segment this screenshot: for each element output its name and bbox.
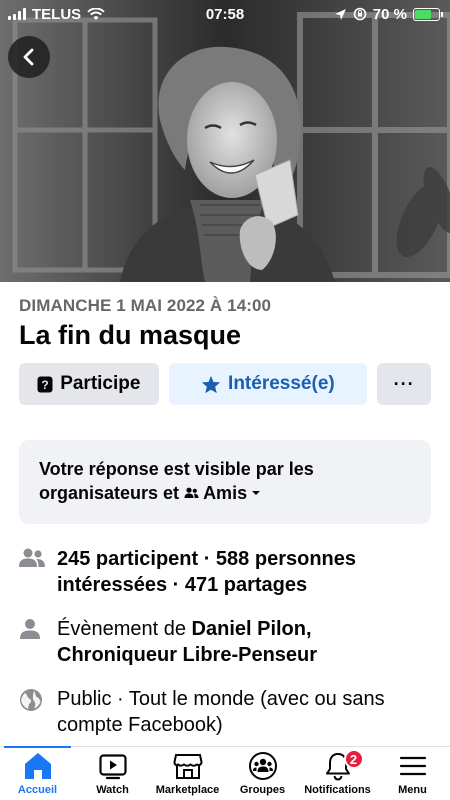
more-options-icon: ··· <box>393 373 415 394</box>
wifi-icon <box>87 7 105 20</box>
audience-selector[interactable]: Amis <box>184 481 261 505</box>
visibility-notice-text: Votre réponse est visible par les organi… <box>39 459 314 504</box>
battery-level <box>415 9 432 19</box>
organizer-prefix: Évènement de <box>57 617 192 640</box>
people-icon <box>19 548 45 567</box>
tab-notifications-label: Notifications <box>304 784 371 796</box>
carrier-name: TELUS <box>32 5 82 23</box>
home-icon <box>24 753 51 779</box>
tab-groups-label: Groupes <box>239 784 286 796</box>
watch-icon <box>98 754 127 780</box>
question-calendar-icon: ? <box>37 376 53 393</box>
cover-photo-woman-holding-mask <box>0 0 450 282</box>
event-date: DIMANCHE 1 MAI 2022 À 14:00 <box>19 296 272 315</box>
battery-icon <box>413 7 443 21</box>
participants-row[interactable]: 245 participent · 588 personnes intéress… <box>19 546 431 598</box>
tab-home[interactable]: Accueil <box>0 746 75 796</box>
screen-lock-icon <box>353 7 367 21</box>
tab-notifications[interactable]: 2 Notifications <box>300 747 375 796</box>
caret-down-icon <box>252 491 261 496</box>
friends-icon <box>184 488 199 499</box>
location-arrow-icon <box>334 8 346 20</box>
svg-text:?: ? <box>42 378 49 392</box>
audience-label: Amis <box>203 483 248 504</box>
going-button[interactable]: ? Participe <box>19 363 159 405</box>
tab-home-label: Accueil <box>17 784 58 796</box>
globe-icon <box>20 688 42 711</box>
marketplace-icon <box>172 754 203 779</box>
rsvp-actions: ? Participe Intéressé(e) ··· <box>19 363 431 405</box>
visibility-notice: Votre réponse est visible par les organi… <box>19 440 431 524</box>
chevron-left-icon <box>23 48 34 66</box>
tab-groups[interactable]: Groupes <box>225 747 300 796</box>
more-options-button[interactable]: ··· <box>377 363 431 405</box>
tab-menu-label: Menu <box>398 784 427 796</box>
going-label: Participe <box>60 373 141 394</box>
tab-menu[interactable]: Menu <box>375 747 450 796</box>
event-cover-photo <box>0 0 450 282</box>
groups-icon <box>248 752 277 780</box>
tab-watch[interactable]: Watch <box>75 747 150 796</box>
event-title: La fin du masque <box>19 320 242 350</box>
person-icon <box>20 618 40 639</box>
cellular-signal-icon <box>8 8 26 20</box>
interested-label: Intéressé(e) <box>228 373 335 394</box>
status-bar: TELUS 07:58 70 % <box>0 0 450 28</box>
back-button[interactable] <box>8 36 50 78</box>
privacy-row: Public · Tout le monde (avec ou sans com… <box>19 686 431 738</box>
tab-watch-label: Watch <box>96 784 129 796</box>
star-icon <box>201 375 221 393</box>
tab-marketplace[interactable]: Marketplace <box>150 747 225 796</box>
organizer-row: Évènement de Daniel Pilon, Chroniqueur L… <box>19 616 431 668</box>
interested-button[interactable]: Intéressé(e) <box>168 363 368 405</box>
notifications-badge: 2 <box>343 749 364 769</box>
tab-marketplace-label: Marketplace <box>155 784 220 796</box>
menu-icon <box>399 756 426 776</box>
event-details: DIMANCHE 1 MAI 2022 À 14:00 La fin du ma… <box>0 282 450 738</box>
participants-text: 245 participent · 588 personnes intéress… <box>57 547 357 596</box>
privacy-text: Public · Tout le monde (avec ou sans com… <box>57 687 385 736</box>
battery-percent: 70 % <box>372 5 407 23</box>
bottom-tab-bar: Accueil Watch Marketplace Groupes 2 Noti… <box>0 746 450 800</box>
